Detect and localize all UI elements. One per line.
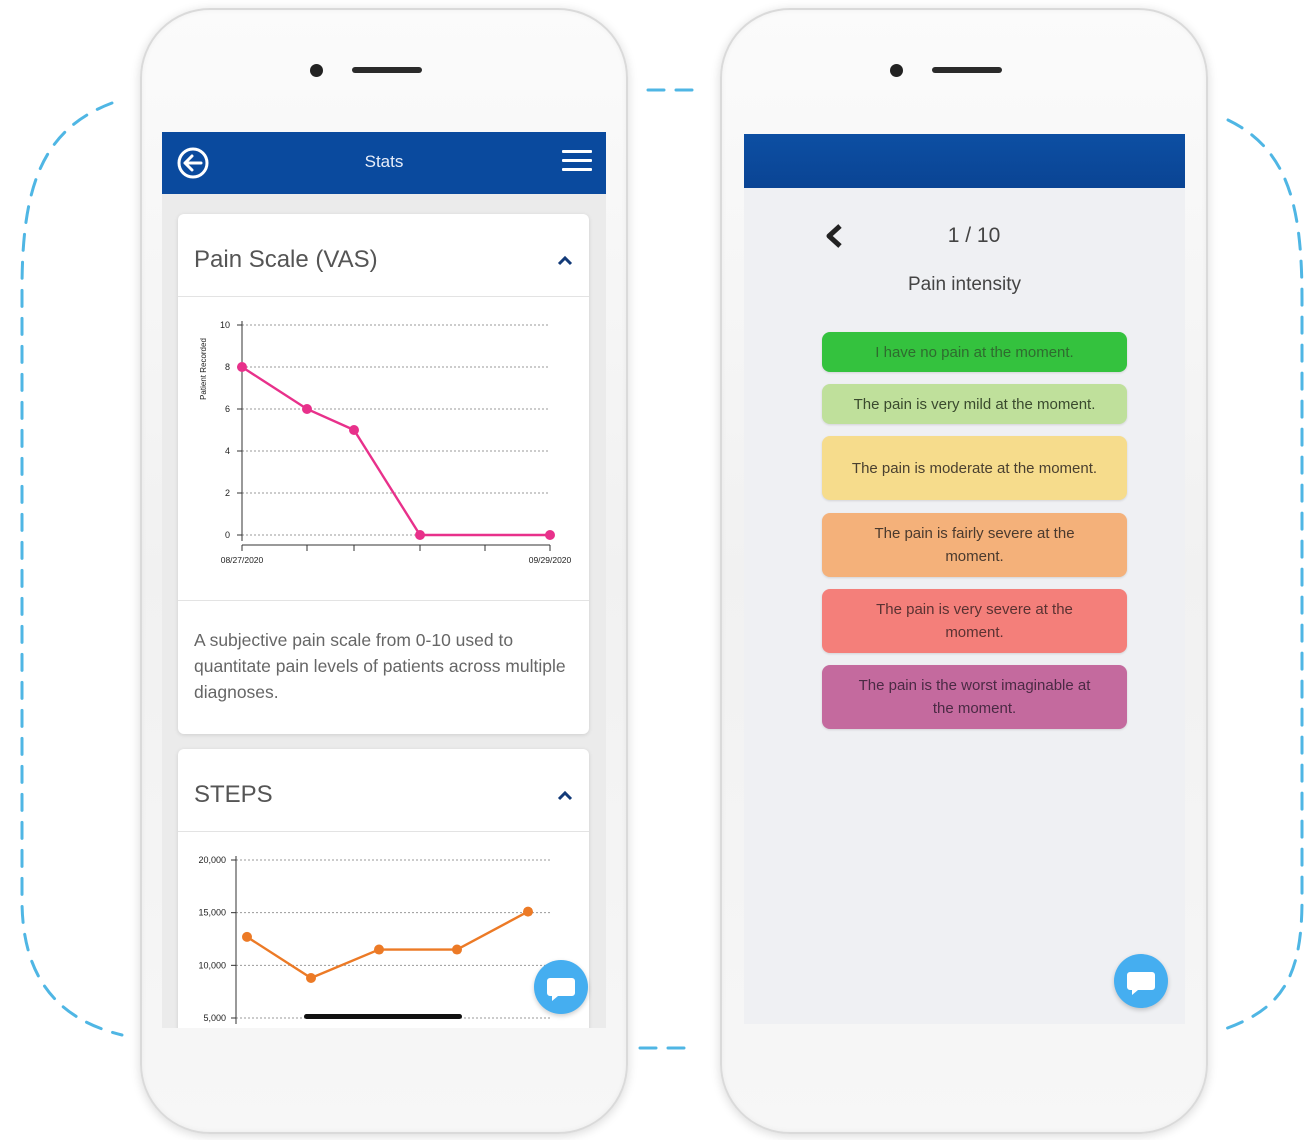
steps-card-title: STEPS [194,781,273,808]
chevron-up-icon[interactable] [557,254,573,266]
speaker-grille [932,67,1002,73]
data-point [452,944,462,955]
y-tick-label: 10,000 [198,960,226,970]
data-point [415,530,425,540]
pain-card-description: A subjective pain scale from 0-10 used t… [178,600,589,705]
pain-card-title: Pain Scale (VAS) [194,246,378,273]
page-title: Stats [364,152,404,171]
pain-scale-chart: 10 8 6 4 2 0 Patient Recorded 08/27/2020 09/29/2… [199,320,572,565]
data-point [306,972,316,983]
chat-bubble-icon [1127,972,1155,995]
y-tick-label: 2 [225,488,230,498]
data-point [302,404,312,414]
data-point [545,530,555,540]
answer-option[interactable]: The pain is fairly severe at the moment. [822,513,1127,577]
data-point [237,362,247,372]
chat-button[interactable] [534,960,588,1014]
answer-option[interactable]: I have no pain at the moment. [822,332,1127,372]
y-tick-label: 8 [225,362,230,372]
y-tick-label: 20,000 [198,855,226,865]
x-tick-label: 09/29/2020 [529,555,572,565]
steps-card-header[interactable]: STEPS [178,749,589,832]
stats-screen: Stats Pain Scale (VAS) 10 8 6 4 2 0 Patient Re… [162,132,606,1028]
y-tick-label: 0 [225,530,230,540]
series-line [246,910,529,980]
data-point [349,425,359,435]
app-bar: Stats [162,132,606,194]
data-point [523,906,533,917]
answer-option[interactable]: The pain is moderate at the moment. [822,436,1127,500]
y-tick-label: 10 [220,320,230,330]
y-axis-label: Patient Recorded [199,338,208,400]
chat-button[interactable] [1114,954,1168,1008]
data-point [374,944,384,955]
y-tick-label: 15,000 [198,908,226,918]
speaker-grille [352,67,422,73]
chevron-left-icon[interactable] [822,222,846,250]
data-point [242,931,252,942]
chat-bubble-icon [547,978,575,1001]
x-tick-label: 08/27/2020 [221,555,264,565]
question-title: Pain intensity [907,274,1021,295]
camera-dot [890,64,903,77]
answer-option[interactable]: The pain is the worst imaginable at the … [822,665,1127,729]
y-tick-label: 5,000 [203,1013,226,1023]
pain-scale-card: Pain Scale (VAS) 10 8 6 4 2 0 Patient Recorded… [178,214,589,734]
camera-dot [310,64,323,77]
home-indicator [304,1014,462,1019]
hamburger-menu-icon[interactable] [562,150,592,174]
steps-chart: 20,000 15,000 10,000 5,000 [198,855,550,1024]
y-tick-label: 4 [225,446,230,456]
answer-option[interactable]: The pain is very mild at the moment. [822,384,1127,424]
question-counter: 1 / 10 [947,224,1001,247]
steps-card: STEPS 20,000 15,000 10,000 5,000 [178,749,589,1028]
app-bar [744,134,1185,188]
chevron-up-icon[interactable] [557,789,573,801]
answer-option[interactable]: The pain is very severe at the moment. [822,589,1127,653]
y-tick-label: 6 [225,404,230,414]
question-screen: 1 / 10 Pain intensity I have no pain at … [744,134,1185,1024]
pain-card-header[interactable]: Pain Scale (VAS) [178,214,589,297]
